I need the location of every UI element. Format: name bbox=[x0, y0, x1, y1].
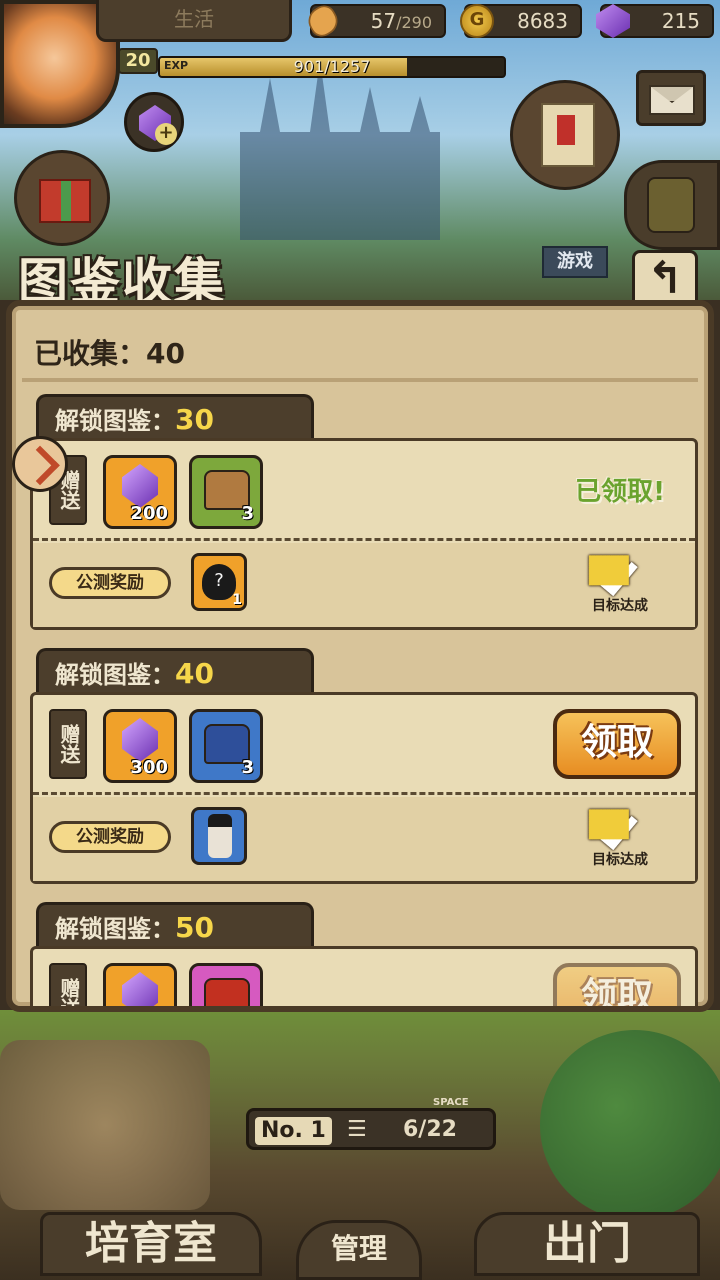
exp-bar: EXP 901/1257 bbox=[158, 56, 506, 78]
gift-row: 赠送 200 3 已领取! bbox=[33, 441, 695, 541]
beta-reward-item[interactable]: ? 1 bbox=[191, 553, 247, 611]
exp-text: 901/1257 bbox=[293, 57, 371, 76]
manage-button[interactable]: 管理 bbox=[296, 1220, 422, 1280]
claim-button[interactable]: 领取 bbox=[553, 963, 681, 1006]
goal-achieved: 目标达成 bbox=[575, 801, 665, 871]
claim-button[interactable]: 领取 bbox=[553, 709, 681, 779]
checkmark-icon bbox=[590, 547, 638, 597]
beta-reward-item[interactable] bbox=[191, 807, 247, 865]
gem-icon bbox=[122, 972, 158, 1006]
go-out-button[interactable]: 出门 bbox=[474, 1212, 700, 1276]
beta-reward-label: 公测奖励 bbox=[49, 567, 171, 599]
gem-reward[interactable]: 200 bbox=[103, 455, 177, 529]
chest-reward[interactable]: 3 bbox=[189, 455, 263, 529]
chest-reward-count: 3 bbox=[241, 503, 254, 524]
scroll-icon bbox=[541, 103, 595, 167]
gem-icon bbox=[122, 718, 158, 762]
reward-body: 赠送 300 3 领取 公测奖励 目标达成 bbox=[30, 692, 698, 884]
goal-achieved: 目标达成 bbox=[575, 547, 665, 617]
unlock-label: 解锁图鉴： bbox=[55, 915, 175, 943]
bag-button[interactable] bbox=[624, 160, 720, 250]
nursery-button[interactable]: 培育室 bbox=[40, 1212, 262, 1276]
divider bbox=[22, 378, 698, 382]
checkmark-icon bbox=[590, 801, 638, 851]
reward-card: 解锁图鉴：50 赠送 领取 bbox=[30, 902, 698, 1006]
mystery-silhouette-icon: ? bbox=[202, 564, 236, 600]
gift-row: 赠送 300 3 领取 bbox=[33, 695, 695, 795]
gift-row: 赠送 领取 bbox=[33, 949, 695, 1006]
stamina-value: 57 bbox=[370, 9, 397, 33]
beta-row: 公测奖励 目标达成 bbox=[33, 797, 695, 881]
space-value: 6/22 bbox=[403, 1117, 457, 1142]
room-number: No. 1 bbox=[255, 1117, 332, 1145]
reward-body: 赠送 领取 bbox=[30, 946, 698, 1006]
quest-button[interactable] bbox=[510, 80, 620, 190]
collection-panel: 已收集：40 解锁图鉴：30 赠送 200 3 已领取! 公测奖励 ? 1 目标… bbox=[6, 300, 714, 1012]
mode-tab[interactable]: 生活 bbox=[96, 0, 292, 42]
collected-count: 已收集：40 bbox=[34, 337, 185, 370]
gem-value: 215 bbox=[661, 9, 700, 33]
gold-value: 8683 bbox=[517, 9, 568, 33]
mail-button[interactable] bbox=[636, 70, 706, 126]
unlock-label: 解锁图鉴： bbox=[55, 407, 175, 435]
reward-list[interactable]: 解锁图鉴：30 赠送 200 3 已领取! 公测奖励 ? 1 目标达成 解锁图鉴… bbox=[30, 394, 698, 1006]
gem-icon bbox=[122, 464, 158, 508]
claimed-status: 已领取! bbox=[575, 477, 665, 507]
unlock-number: 50 bbox=[175, 911, 214, 944]
stamina-max: /290 bbox=[396, 13, 432, 32]
chest-reward[interactable]: 3 bbox=[189, 709, 263, 783]
beta-row: 公测奖励 ? 1 目标达成 bbox=[33, 543, 695, 627]
reward-card: 解锁图鉴：40 赠送 300 3 领取 公测奖励 目标达成 bbox=[30, 648, 698, 892]
gem-counter: 215 bbox=[596, 4, 714, 38]
beta-reward-label: 公测奖励 bbox=[49, 821, 171, 853]
game-sign[interactable]: 游戏 bbox=[542, 246, 608, 278]
gem-icon bbox=[596, 4, 630, 38]
gift-label: 赠送 bbox=[49, 709, 87, 779]
room-info: No. 1 ☰ SPACE 6/22 bbox=[246, 1097, 496, 1150]
goal-text: 目标达成 bbox=[592, 852, 648, 868]
beta-reward-count: 1 bbox=[232, 592, 242, 608]
character-figure-icon bbox=[208, 814, 232, 858]
gift-icon bbox=[39, 179, 91, 223]
unlock-number: 40 bbox=[175, 657, 214, 690]
gem-reward-count: 300 bbox=[130, 757, 168, 778]
tree-illustration bbox=[540, 1030, 720, 1220]
unlock-number: 30 bbox=[175, 403, 214, 436]
gold-coin-icon: G bbox=[460, 4, 494, 38]
back-arrow-icon: ↰ bbox=[646, 253, 684, 304]
mail-icon bbox=[649, 85, 695, 115]
reward-card: 解锁图鉴：30 赠送 200 3 已领取! 公测奖励 ? 1 目标达成 bbox=[30, 394, 698, 638]
unlock-label: 解锁图鉴： bbox=[55, 661, 175, 689]
gem-reward[interactable]: 300 bbox=[103, 709, 177, 783]
gift-button[interactable] bbox=[14, 150, 110, 246]
gem-reward[interactable] bbox=[103, 963, 177, 1006]
level-badge: 20 bbox=[118, 48, 158, 74]
chest-reward[interactable] bbox=[189, 963, 263, 1006]
gem-reward-count: 200 bbox=[130, 503, 168, 524]
plus-icon: + bbox=[155, 123, 177, 145]
goal-text: 目标达成 bbox=[592, 598, 648, 614]
stamina-counter: 57/290 bbox=[303, 1, 446, 41]
space-label: SPACE bbox=[433, 1097, 469, 1108]
backpack-icon bbox=[647, 177, 695, 233]
nest-illustration bbox=[0, 1040, 210, 1210]
gift-label: 赠送 bbox=[49, 963, 87, 1006]
gold-counter: G 8683 bbox=[460, 4, 582, 38]
chest-reward-count: 3 bbox=[241, 757, 254, 778]
red-chest-icon bbox=[204, 978, 250, 1006]
menu-icon: ☰ bbox=[347, 1117, 367, 1142]
buy-gem-button[interactable]: + bbox=[124, 92, 184, 152]
reward-body: 赠送 200 3 已领取! 公测奖励 ? 1 目标达成 bbox=[30, 438, 698, 630]
